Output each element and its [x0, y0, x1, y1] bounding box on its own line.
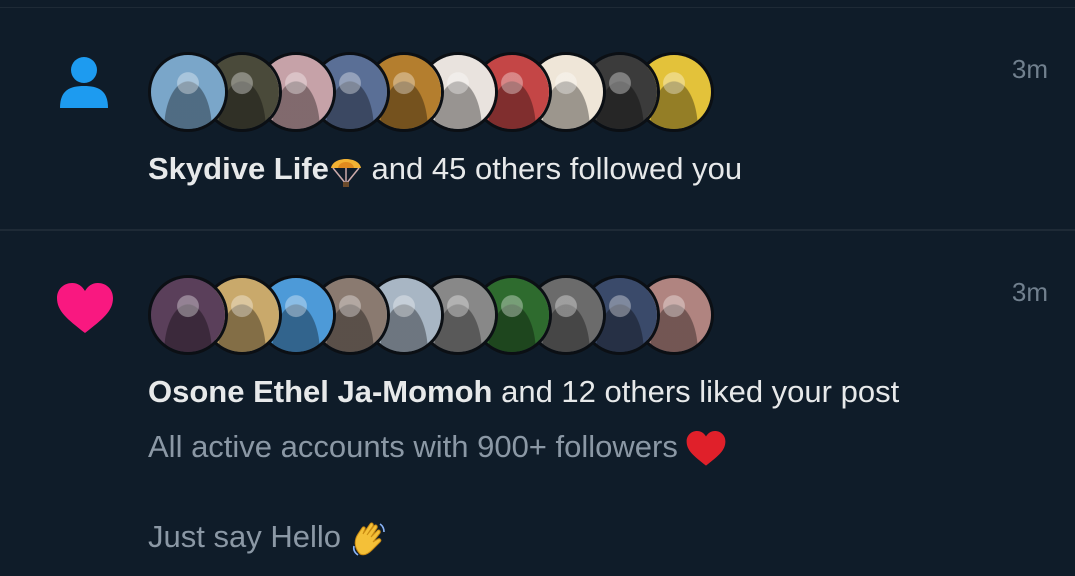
- avatar[interactable]: [148, 275, 228, 355]
- snippet-line-1: All active accounts with 900+ followers: [148, 429, 678, 464]
- avatar[interactable]: [148, 52, 228, 132]
- like-notification[interactable]: 3m Osone Ethel Ja-Momoh and 12 others li…: [0, 231, 1075, 576]
- person-icon: [60, 57, 108, 108]
- actor-name[interactable]: Osone Ethel Ja-Momoh: [148, 374, 492, 409]
- notification-text: Skydive Life and 45 others followed you: [148, 151, 742, 188]
- notification-time: 3m: [1011, 54, 1048, 84]
- notification-text: Osone Ethel Ja-Momoh and 12 others liked…: [148, 374, 899, 410]
- avatar-stack: [148, 275, 714, 359]
- follow-notification[interactable]: 3m Skydive Life and 45 others followed y…: [0, 8, 1075, 230]
- snippet-line-2: Just say Hello: [148, 519, 341, 554]
- actor-name[interactable]: Skydive Life: [148, 151, 329, 186]
- notification-rest-text: and 45 others followed you: [362, 151, 743, 186]
- notification-time: 3m: [1011, 277, 1048, 307]
- parachute-emoji: [330, 158, 361, 187]
- waving-hand-emoji: [352, 522, 385, 556]
- red-heart-emoji: [687, 430, 726, 466]
- heart-icon: [57, 283, 113, 333]
- notification-rest-text: and 12 others liked your post: [492, 374, 900, 409]
- post-snippet[interactable]: All active accounts with 900+ followers …: [148, 424, 1028, 559]
- avatar-stack: [148, 52, 714, 136]
